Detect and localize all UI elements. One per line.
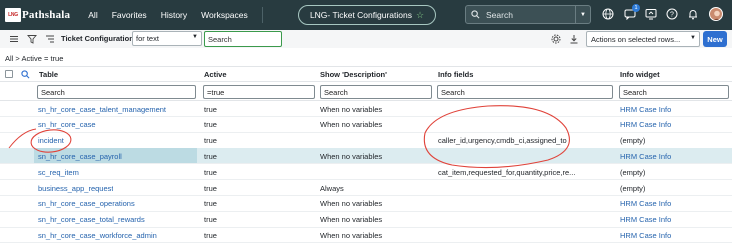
filter-input-show-description[interactable]: Search	[320, 85, 432, 99]
cell-active: true	[204, 136, 217, 146]
download-icon[interactable]	[569, 34, 579, 44]
cell-info-fields: cat_item,requested_for,quantity,price,re…	[438, 167, 576, 177]
table-row[interactable]: business_app_request true Always (empty)	[0, 180, 732, 196]
search-field-select-value: for text	[136, 34, 159, 43]
select-all-checkbox[interactable]	[5, 70, 13, 78]
table-row[interactable]: sn_hr_core_case_total_rewards true When no…	[0, 212, 732, 228]
table-header: Table Active Show 'Description' Info fie…	[0, 66, 732, 82]
cell-active: true	[204, 151, 217, 161]
cell-info-widget: (empty)	[620, 183, 646, 193]
cell-table[interactable]: sn_hr_core_case_workforce_admin	[38, 231, 157, 240]
nav-workspaces[interactable]: Workspaces	[201, 10, 248, 20]
table-row[interactable]: incident true caller_id,urgency,cmdb_ci,as…	[0, 133, 732, 149]
table-row[interactable]: sn_hr_core_case_talent_management true Whe…	[0, 101, 732, 117]
cell-table[interactable]: incident	[38, 136, 64, 145]
cell-info-widget[interactable]: HRM Case Info	[620, 199, 671, 208]
cell-show-description: When no variables	[320, 215, 383, 225]
cell-table[interactable]: sn_hr_core_case_total_rewards	[38, 215, 145, 224]
logo-badge: LNG	[5, 8, 21, 22]
table-row[interactable]: sn_hr_core_case_operations true When no va…	[0, 196, 732, 212]
cell-table[interactable]: sn_hr_core_case_operations	[38, 199, 135, 208]
table-row[interactable]: sn_hr_core_case_workforce_admin true When …	[0, 227, 732, 244]
column-filter-row: Search =true Search Search Search	[0, 82, 732, 101]
list-context-menu-icon[interactable]	[45, 34, 55, 44]
column-header-info-fields[interactable]: Info fields	[438, 70, 473, 79]
context-title: LNG- Ticket Configurations	[309, 10, 412, 20]
context-title-pill[interactable]: LNG- Ticket Configurations ☆	[298, 5, 436, 25]
column-header-active[interactable]: Active	[204, 70, 227, 79]
cell-active: true	[204, 167, 217, 177]
cell-table[interactable]: sn_hr_core_case	[38, 120, 96, 129]
svg-text:?: ?	[670, 12, 674, 19]
cell-table[interactable]: sn_hr_core_case_talent_management	[38, 105, 166, 114]
logo[interactable]: LNG Pathshala	[5, 6, 70, 24]
cell-show-description: When no variables	[320, 120, 383, 130]
globe-icon[interactable]	[602, 8, 614, 20]
cell-table[interactable]: sn_hr_core_case_payroll	[38, 152, 122, 161]
nav-all[interactable]: All	[88, 10, 97, 20]
nav-favorites[interactable]: Favorites	[112, 10, 147, 20]
gear-icon[interactable]	[551, 34, 561, 44]
cell-info-widget[interactable]: HRM Case Info	[620, 105, 671, 114]
actions-select-value: Actions on selected rows...	[591, 35, 681, 44]
cell-active: true	[204, 104, 217, 114]
filter-input-table[interactable]: Search	[37, 85, 196, 99]
column-header-info-widget[interactable]: Info widget	[620, 70, 660, 79]
notifications-bell-icon[interactable]	[687, 8, 699, 20]
list-title: Ticket Configurations	[61, 34, 138, 43]
cell-active: true	[204, 120, 217, 130]
cell-info-widget: (empty)	[620, 167, 646, 177]
search-field-select[interactable]: for text ▼	[132, 31, 202, 46]
breadcrumb[interactable]: All > Active = true	[5, 54, 63, 63]
cell-table[interactable]: business_app_request	[38, 184, 113, 193]
nav-divider	[261, 7, 263, 23]
global-search-box[interactable]: Search ▼	[465, 5, 591, 24]
cell-show-description: When no variables	[320, 230, 383, 240]
filter-input-info-fields[interactable]: Search	[437, 85, 613, 99]
cell-active: true	[204, 230, 217, 240]
cell-show-description: When no variables	[320, 199, 383, 209]
cell-info-fields: caller_id,urgency,cmdb_ci,assigned_to	[438, 136, 567, 146]
screen-share-icon[interactable]	[645, 8, 657, 20]
cell-show-description: When no variables	[320, 151, 383, 161]
filter-icon[interactable]	[27, 34, 37, 44]
cell-show-description: When no variables	[320, 104, 383, 114]
cell-active: true	[204, 215, 217, 225]
filter-input-info-widget[interactable]: Search	[619, 85, 729, 99]
actions-select[interactable]: Actions on selected rows... ▼	[586, 31, 700, 47]
filter-input-active[interactable]: =true	[203, 85, 315, 99]
cell-info-widget[interactable]: HRM Case Info	[620, 231, 671, 240]
list-search-input[interactable]: Search	[204, 31, 282, 47]
cell-active: true	[204, 183, 217, 193]
logo-text: Pathshala	[22, 9, 71, 21]
notification-count-badge: 1	[632, 4, 640, 12]
cell-table[interactable]: sc_req_item	[38, 168, 79, 177]
cell-info-widget[interactable]: HRM Case Info	[620, 120, 671, 129]
list-search-placeholder: Search	[208, 35, 232, 44]
global-search-placeholder: Search	[486, 9, 513, 20]
cell-show-description: Always	[320, 183, 344, 193]
table-row[interactable]: sn_hr_core_case true When no variables HRM …	[0, 117, 732, 133]
cell-info-widget[interactable]: HRM Case Info	[620, 215, 671, 224]
table-row[interactable]: sc_req_item true cat_item,requested_for,qu…	[0, 164, 732, 181]
chevron-down-icon: ▼	[192, 34, 198, 40]
hamburger-menu-icon[interactable]	[9, 34, 19, 44]
user-avatar[interactable]	[709, 7, 723, 21]
search-scope-chevron-down-icon[interactable]: ▼	[575, 6, 590, 23]
table-row[interactable]: sn_hr_core_case_payroll true When no varia…	[0, 148, 732, 165]
column-search-icon[interactable]	[21, 70, 30, 79]
column-header-show-description[interactable]: Show 'Description'	[320, 70, 387, 79]
cell-info-widget: (empty)	[620, 136, 646, 146]
help-icon[interactable]: ?	[666, 8, 678, 20]
search-icon	[471, 10, 480, 19]
favorite-star-icon[interactable]: ☆	[416, 10, 424, 21]
list-toolbar: Ticket Configurations for text ▼ Search …	[0, 30, 732, 48]
chevron-down-icon: ▼	[690, 35, 696, 41]
cell-info-widget[interactable]: HRM Case Info	[620, 152, 671, 161]
column-header-table[interactable]: Table	[39, 70, 58, 79]
nav-history[interactable]: History	[161, 10, 187, 20]
cell-active: true	[204, 199, 217, 209]
new-button[interactable]: New	[703, 31, 727, 47]
